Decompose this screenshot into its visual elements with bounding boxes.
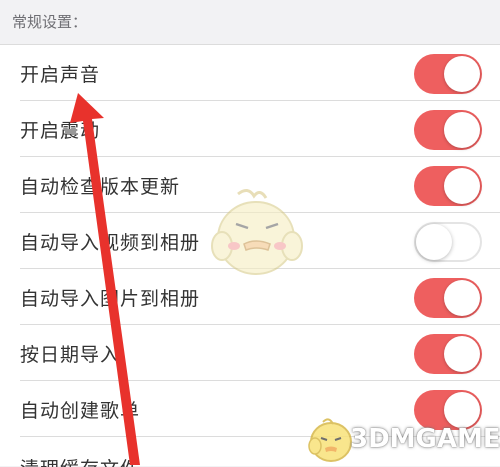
section-header: 常规设置： [0, 0, 500, 44]
toggle-knob [444, 168, 480, 204]
setting-label: 自动创建歌单 [20, 400, 141, 422]
import-video-toggle[interactable] [414, 222, 482, 262]
setting-label: 开启震动 [20, 120, 101, 142]
toggle-knob [416, 224, 452, 260]
brand-watermark-text: 3DMGAME [350, 424, 500, 454]
setting-row-import-by-date[interactable]: 按日期导入 [0, 325, 500, 381]
toggle-knob [444, 280, 480, 316]
setting-row-sound[interactable]: 开启声音 [0, 45, 500, 101]
setting-label: 清理缓存文件 [20, 454, 140, 467]
vibration-toggle[interactable] [414, 110, 482, 150]
setting-label: 按日期导入 [20, 344, 121, 366]
setting-label: 自动导入图片到相册 [20, 288, 201, 310]
import-images-toggle[interactable] [414, 278, 482, 318]
mascot-watermark-icon [211, 189, 303, 275]
setting-label: 自动检查版本更新 [20, 176, 181, 198]
setting-row-vibration[interactable]: 开启震动 [0, 101, 500, 157]
section-title: 常规设置： [12, 13, 88, 31]
toggle-knob [444, 112, 480, 148]
import-by-date-toggle[interactable] [414, 334, 482, 374]
sound-toggle[interactable] [414, 54, 482, 94]
toggle-knob [444, 56, 480, 92]
setting-label: 开启声音 [20, 64, 101, 86]
update-check-toggle[interactable] [414, 166, 482, 206]
setting-label: 自动导入视频到相册 [20, 232, 201, 254]
toggle-knob [444, 336, 480, 372]
